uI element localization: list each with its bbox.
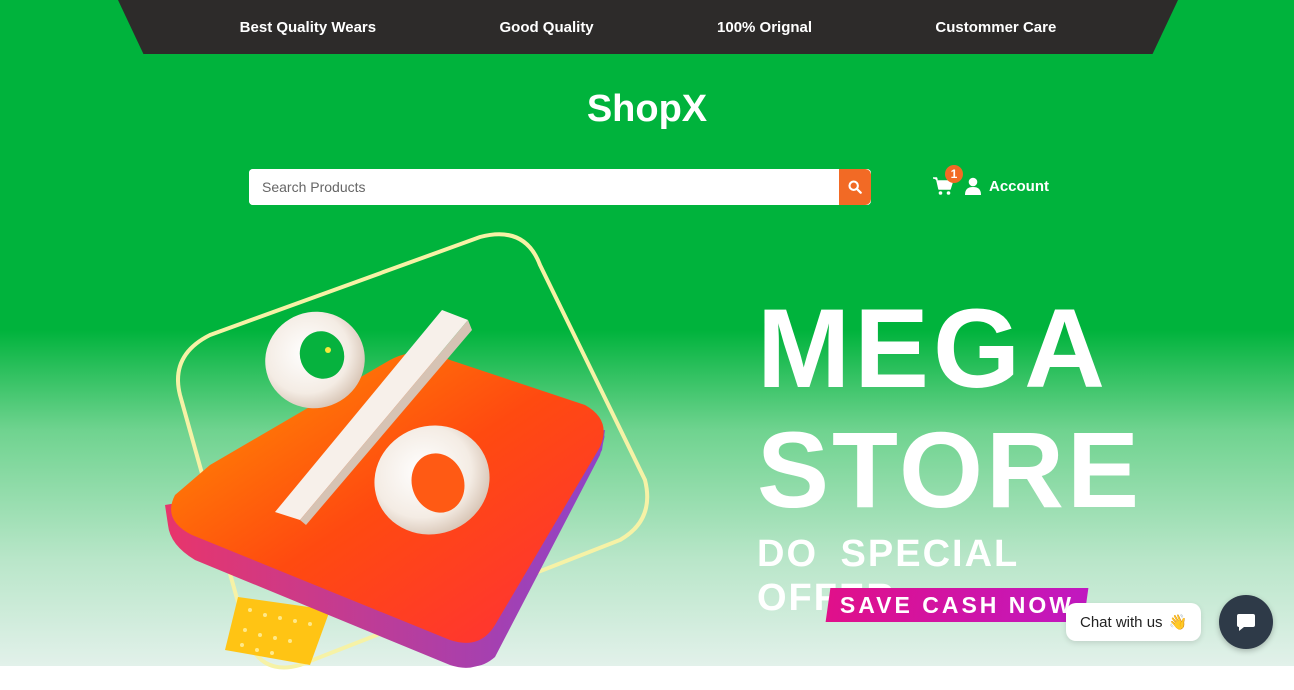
user-icon [965, 177, 981, 195]
topbar-item-original: 100% Orignal [717, 18, 813, 36]
banner-line-store: STORE [757, 409, 1143, 530]
cart-count-badge: 1 [945, 165, 963, 183]
topbar-item-good-quality: Good Quality [499, 18, 594, 36]
cart-button[interactable]: 1 [932, 165, 963, 198]
wave-emoji-icon: 👋 [1168, 614, 1188, 631]
search-bar [249, 169, 871, 205]
account-link[interactable]: Account [965, 177, 1049, 195]
chat-prompt-label: Chat with us [1080, 613, 1163, 631]
topbar-item-customer-care: Custommer Care [935, 18, 1057, 36]
chat-prompt-bubble[interactable]: Chat with us 👋 [1066, 603, 1202, 641]
search-input[interactable] [249, 169, 839, 205]
account-label: Account [989, 177, 1049, 195]
banner-headline: MEGA STORE DO SPECIAL OFFER [757, 290, 1157, 620]
search-button[interactable] [839, 169, 871, 205]
chat-icon [1237, 614, 1255, 631]
top-info-bar: Best Quality Wears Good Quality 100% Ori… [118, 0, 1178, 54]
search-icon [848, 180, 862, 194]
topbar-item-quality-wears: Best Quality Wears [239, 18, 377, 36]
brand-logo[interactable]: ShopX [0, 88, 1294, 131]
discount-percent-illustration [165, 232, 650, 670]
save-cash-label: SAVE CASH NOW [839, 591, 1075, 618]
banner-line-mega: MEGA [757, 286, 1109, 411]
save-cash-badge[interactable]: SAVE CASH NOW [825, 588, 1089, 622]
chat-launcher-button[interactable] [1219, 595, 1273, 649]
